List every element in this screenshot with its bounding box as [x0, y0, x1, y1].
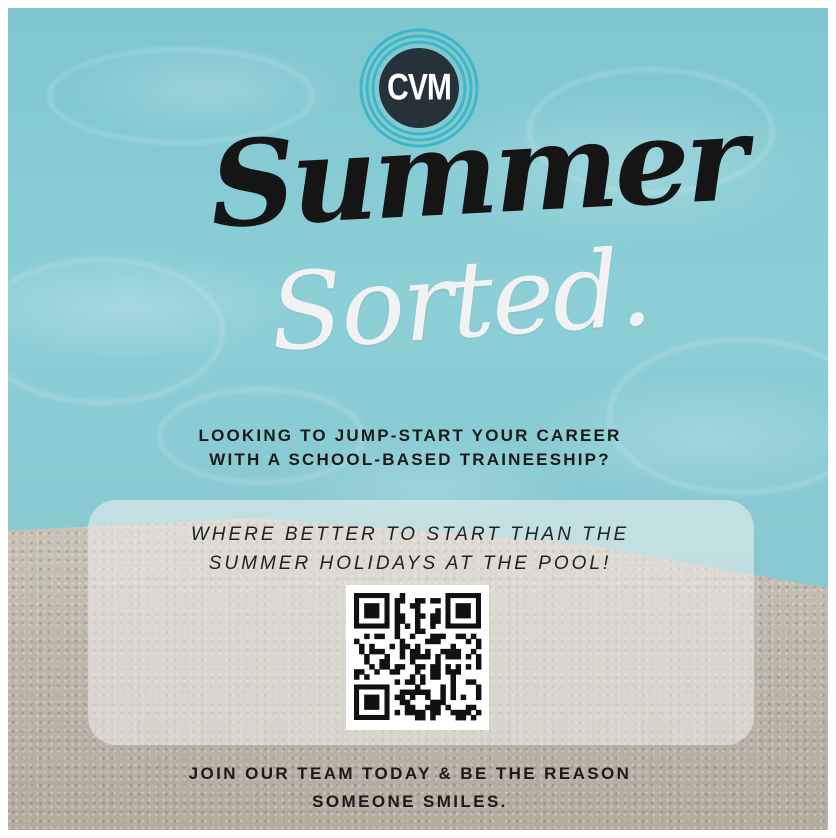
subheading: WHERE BETTER TO START THAN THE SUMMER HO… — [120, 520, 700, 578]
water-caustic — [8, 258, 224, 404]
title-summer: Summer — [206, 87, 748, 255]
headline: LOOKING TO JUMP-START YOUR CAREER WITH A… — [110, 424, 710, 472]
footer-line-1: JOIN OUR TEAM TODAY & BE THE REASON — [188, 764, 632, 783]
headline-line-2: WITH A SCHOOL-BASED TRAINEESHIP? — [209, 450, 611, 469]
title-sorted: Sorted. — [266, 225, 654, 376]
footer-line-2: SOMEONE SMILES. — [312, 792, 508, 811]
headline-line-1: LOOKING TO JUMP-START YOUR CAREER — [198, 426, 622, 445]
qr-code[interactable] — [346, 585, 489, 730]
subheading-line-2: SUMMER HOLIDAYS AT THE POOL! — [208, 553, 612, 574]
subheading-line-1: WHERE BETTER TO START THAN THE — [190, 524, 630, 545]
footer-cta: JOIN OUR TEAM TODAY & BE THE REASON SOME… — [110, 760, 710, 816]
qr-code-graphic — [354, 593, 482, 721]
